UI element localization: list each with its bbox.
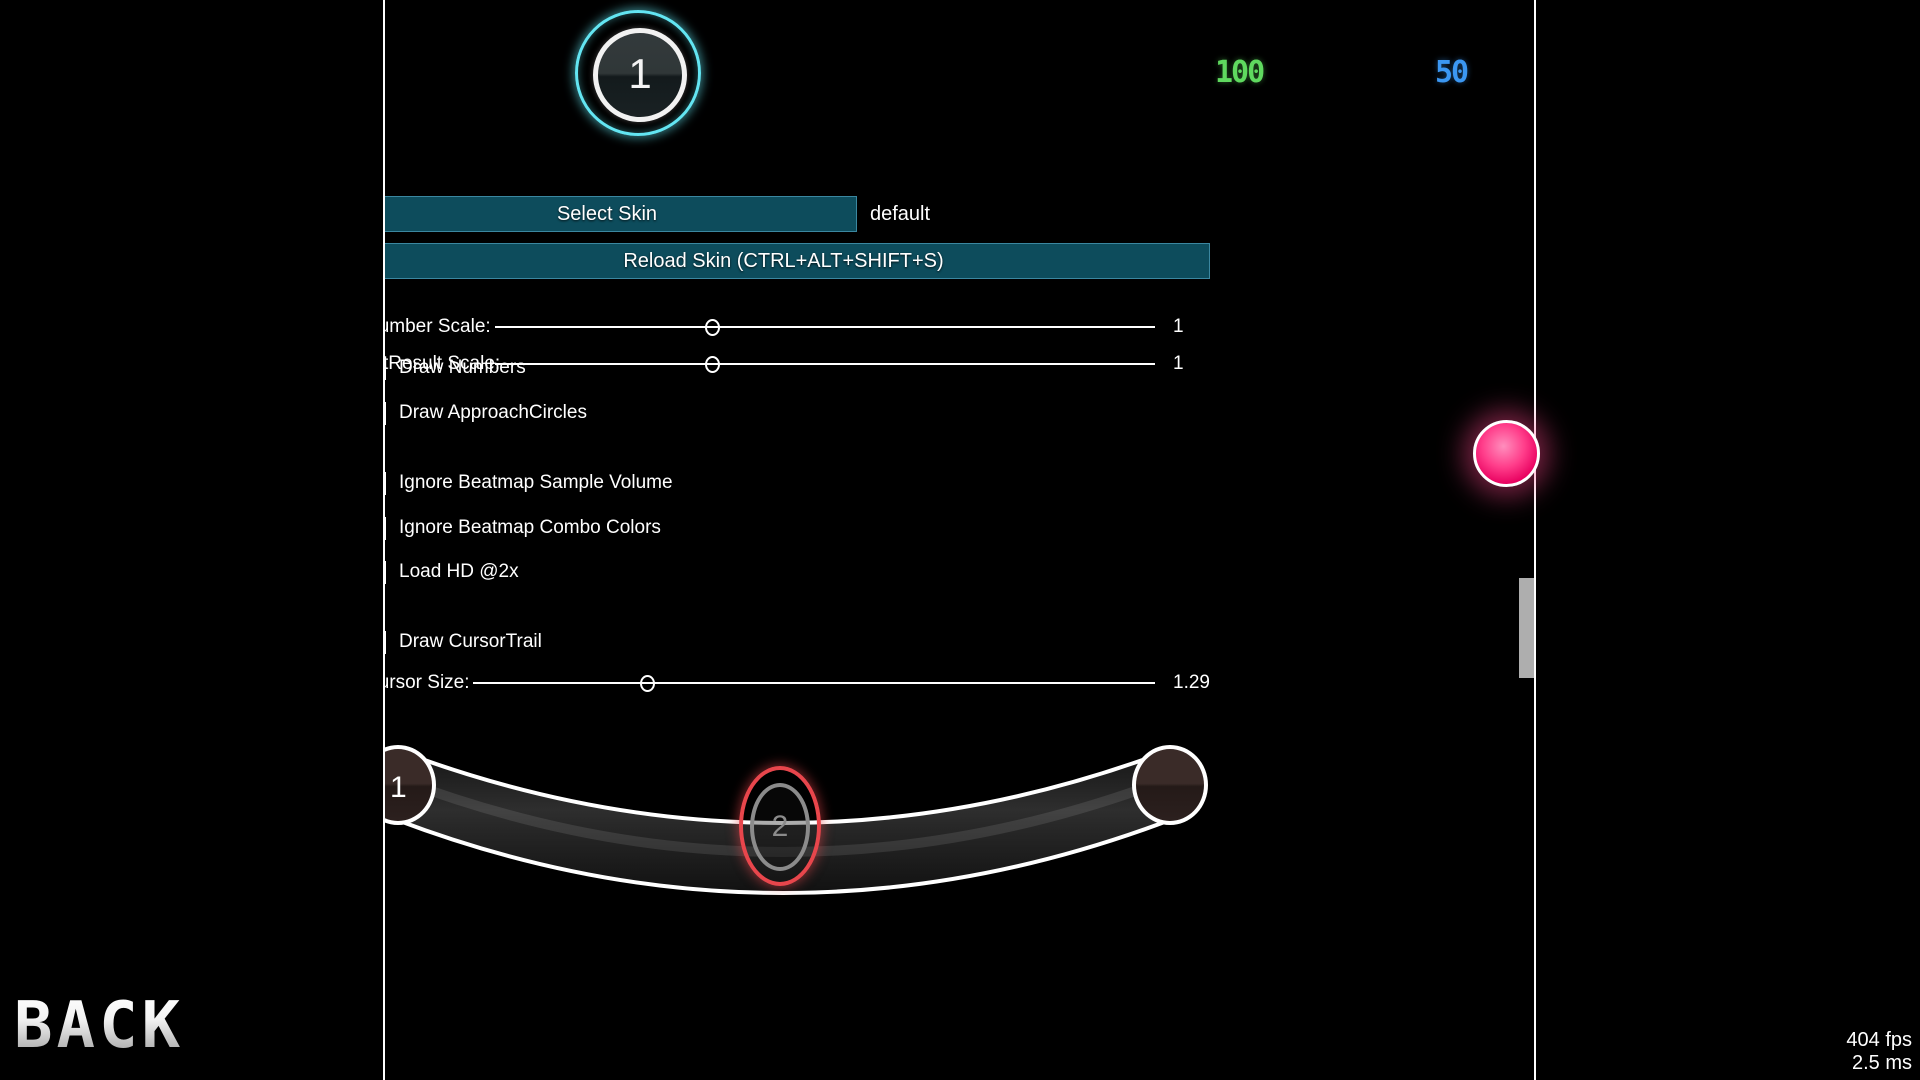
checkbox-draw-cursortrail-label: Draw CursorTrail <box>399 631 542 652</box>
slider-follow-number: 2 <box>771 810 789 843</box>
checkbox-row-draw-numbers[interactable]: Draw Numbers <box>385 355 526 381</box>
slider-start-number: 1 <box>390 771 407 804</box>
checkbox-draw-numbers-label: Draw Numbers <box>399 357 526 378</box>
hitresult-100: 100 <box>1215 55 1265 90</box>
slider-cursor-size-knob[interactable] <box>640 675 655 692</box>
hitcircle-number: 1 <box>628 50 652 97</box>
checkbox-row-draw-approachcircles[interactable]: Draw ApproachCircles <box>385 400 587 426</box>
checkbox-ignore-beatmap-combo-colors-label: Ignore Beatmap Combo Colors <box>399 517 661 538</box>
checkbox-draw-numbers[interactable] <box>385 356 386 380</box>
current-skin-label: default <box>870 202 931 225</box>
checkbox-ignore-beatmap-sample-volume-label: Ignore Beatmap Sample Volume <box>399 472 673 493</box>
frametime-value: 2.5 ms <box>1851 1051 1912 1074</box>
checkbox-draw-cursortrail[interactable] <box>385 630 386 654</box>
game-screen: 1 100 50 X Select Skin default Reload Sk… <box>0 0 1920 1080</box>
checkbox-draw-approachcircles-label: Draw ApproachCircles <box>399 402 587 423</box>
checkbox-ignore-beatmap-sample-volume[interactable] <box>385 471 386 495</box>
slider-hitresult-scale-track[interactable] <box>495 363 1155 365</box>
slider-cursor-size-track[interactable] <box>473 682 1155 684</box>
performance-counter: 404 fps 2.5 ms <box>1846 1029 1912 1074</box>
slider-number-scale-knob[interactable] <box>705 319 720 336</box>
slider-number-scale: Number Scale: 1 <box>385 313 1534 341</box>
back-button[interactable]: BACK <box>8 994 190 1066</box>
hitcircle-preview: 1 <box>575 10 707 142</box>
checkbox-load-hd-2x[interactable] <box>385 560 386 584</box>
select-skin-button[interactable]: Select Skin <box>385 196 857 232</box>
slider-hitresult-scale-knob[interactable] <box>705 356 720 373</box>
slider-cursor-size-value: 1.29 <box>1173 672 1210 693</box>
hitcircle-icon: 1 <box>593 28 687 122</box>
game-cursor <box>1473 420 1540 487</box>
slider-number-scale-label: Number Scale: <box>385 316 491 337</box>
skin-preview-row: 1 100 50 X <box>385 0 1534 150</box>
checkbox-ignore-beatmap-combo-colors[interactable] <box>385 516 386 540</box>
panel-right-border <box>1534 0 1536 1080</box>
checkbox-row-draw-cursortrail[interactable]: Draw CursorTrail <box>385 629 542 655</box>
checkbox-load-hd-2x-label: Load HD @2x <box>399 561 519 582</box>
hitresult-50: 50 <box>1435 55 1469 90</box>
slider-cursor-size: Cursor Size: 1.29 <box>385 669 1534 697</box>
slider-cursor-size-label: Cursor Size: <box>385 672 470 693</box>
slider-number-scale-track[interactable] <box>495 326 1155 328</box>
slider-hitresult-scale-value: 1 <box>1173 353 1184 374</box>
checkbox-row-load-hd-2x[interactable]: Load HD @2x <box>385 559 519 585</box>
checkbox-row-ignore-sample-volume[interactable]: Ignore Beatmap Sample Volume <box>385 470 673 496</box>
panel-scrollbar-thumb[interactable] <box>1519 578 1534 678</box>
checkbox-draw-approachcircles[interactable] <box>385 401 386 425</box>
slider-hitobject-preview: 1 2 <box>385 728 1210 908</box>
slider-end-circle <box>1132 745 1208 825</box>
slider-follow-circle: 2 <box>750 783 810 871</box>
checkbox-row-ignore-combo-colors[interactable]: Ignore Beatmap Combo Colors <box>385 515 661 541</box>
slider-hitresult-scale: HitResult Scale: 1 <box>385 350 1534 378</box>
fps-value: 404 fps <box>1846 1029 1912 1052</box>
reload-skin-button[interactable]: Reload Skin (CTRL+ALT+SHIFT+S) <box>385 243 1210 279</box>
skin-options-panel: 1 100 50 X Select Skin default Reload Sk… <box>385 0 1534 1080</box>
slider-number-scale-value: 1 <box>1173 316 1184 337</box>
